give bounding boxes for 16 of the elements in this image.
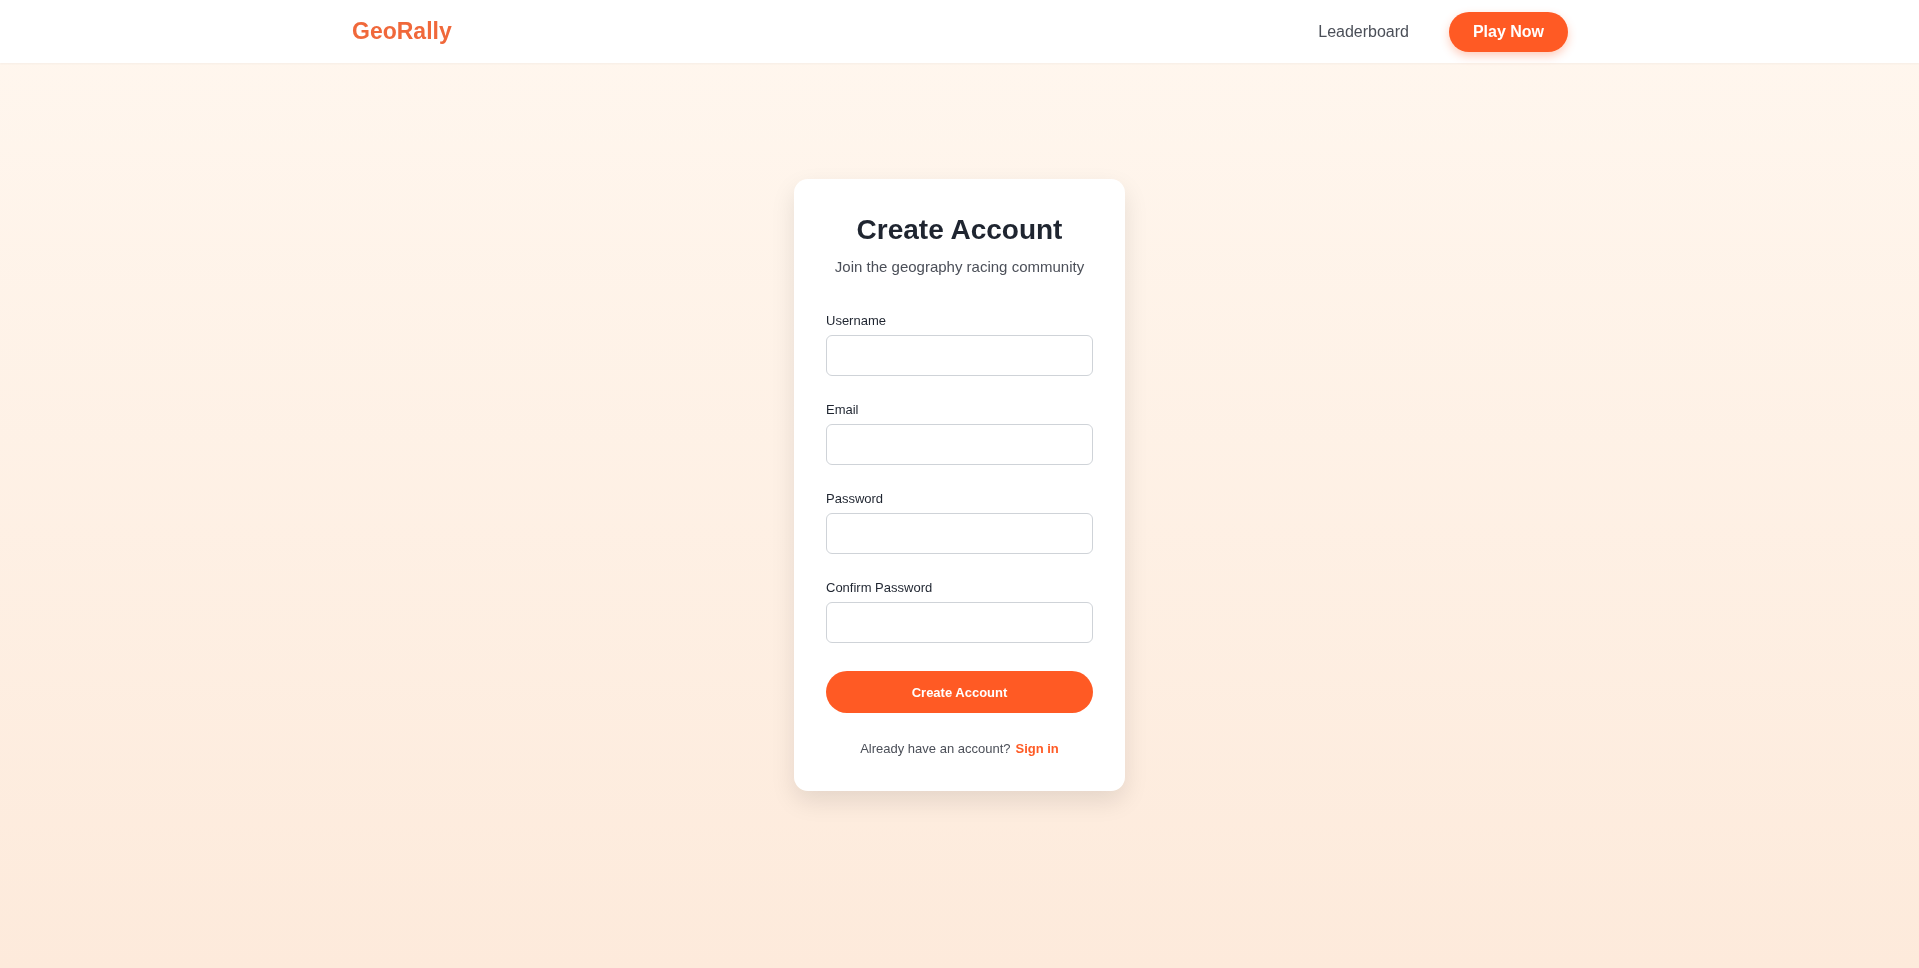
- field-label: Email: [826, 402, 860, 417]
- signin-link[interactable]: Sign in: [1015, 741, 1059, 756]
- field-label: Confirm Password: [826, 580, 934, 595]
- logo: GeoRally: [352, 18, 452, 45]
- card-subtitle: Join the geography racing community: [833, 258, 1086, 275]
- input-field[interactable]: [826, 424, 1093, 465]
- card-title: Create Account: [855, 214, 1064, 246]
- field-label: Password: [826, 491, 885, 506]
- input-field[interactable]: [826, 335, 1093, 376]
- signin-prompt: Already have an account?: [860, 741, 1011, 756]
- input-field[interactable]: [826, 513, 1093, 554]
- create-account-button[interactable]: Create Account: [826, 671, 1093, 713]
- field-label: Username: [826, 313, 887, 328]
- input-field[interactable]: [826, 602, 1093, 643]
- play-button[interactable]: Play Now: [1449, 11, 1568, 52]
- nav-link[interactable]: Leaderboard: [1318, 22, 1409, 41]
